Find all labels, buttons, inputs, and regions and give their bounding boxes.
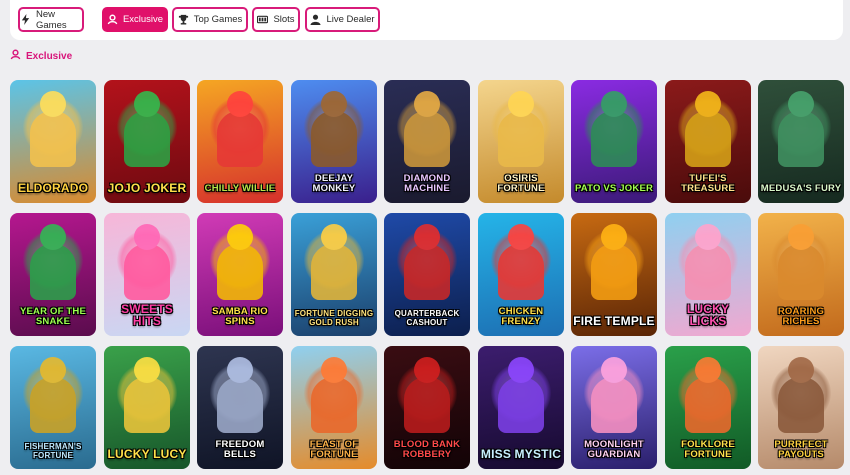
game-card[interactable]: Folklore Fortune	[665, 346, 751, 469]
game-card[interactable]: Fisherman's Fortune	[10, 346, 96, 469]
game-title: Chilly Willie	[204, 183, 276, 194]
game-card[interactable]: Quarterback Cashout	[384, 213, 470, 336]
game-title: Moonlight Guardian	[584, 439, 644, 460]
game-card[interactable]: Lucky Lucy	[104, 346, 190, 469]
game-card[interactable]: Miss Mystic	[478, 346, 564, 469]
game-title: Osiris Fortune	[497, 173, 545, 194]
game-card[interactable]: DeeJay Monkey	[291, 80, 377, 203]
game-card[interactable]: Purrfect Payouts	[758, 346, 844, 469]
tab-label: Slots	[273, 14, 295, 25]
game-card[interactable]: Samba Rio Spins	[197, 213, 283, 336]
game-title: Fire Temple	[573, 314, 655, 328]
game-title: Chicken Frenzy	[498, 306, 544, 327]
game-card[interactable]: Medusa's Fury	[758, 80, 844, 203]
game-title: Eldorado	[17, 181, 89, 195]
lightning-icon	[20, 14, 31, 25]
game-title: Pato vs Joker	[574, 183, 654, 194]
game-title: Fisherman's Fortune	[24, 442, 82, 460]
tab-top-games[interactable]: Top Games	[172, 7, 248, 32]
game-card[interactable]: Diamond Machine	[384, 80, 470, 203]
game-title: Medusa's Fury	[760, 183, 842, 194]
tab-new-games[interactable]: New Games	[18, 7, 84, 32]
trophy-icon	[178, 14, 189, 25]
game-title: Blood Bank Robbery	[393, 439, 461, 460]
game-title: Samba Rio Spins	[212, 306, 268, 327]
game-card[interactable]: Fortune Digging Gold Rush	[291, 213, 377, 336]
tab-exclusive[interactable]: Exclusive	[102, 7, 168, 32]
exclusive-icon	[107, 14, 118, 25]
game-card[interactable]: Roaring Riches	[758, 213, 844, 336]
tab-label: Live Dealer	[326, 14, 375, 25]
tab-label: Exclusive	[122, 14, 164, 25]
game-card[interactable]: Chilly Willie	[197, 80, 283, 203]
tab-label: New Games	[36, 8, 67, 31]
game-title: Year of the Snake	[19, 306, 87, 327]
game-title: Lucky Lucy	[107, 447, 187, 461]
game-card[interactable]: Year of the Snake	[10, 213, 96, 336]
game-title: Lucky Licks	[686, 302, 730, 328]
game-card[interactable]: Fire Temple	[571, 213, 657, 336]
game-card[interactable]: Osiris Fortune	[478, 80, 564, 203]
game-card[interactable]: Sweets Hits	[104, 213, 190, 336]
game-title: Quarterback Cashout	[394, 309, 460, 327]
game-title: Miss Mystic	[480, 447, 562, 461]
game-title: Freedom Bells	[215, 439, 265, 460]
dealer-icon	[310, 14, 322, 25]
game-title: Sweets Hits	[121, 302, 173, 328]
game-title: Jojo Joker	[107, 181, 187, 195]
game-card[interactable]: Chicken Frenzy	[478, 213, 564, 336]
game-card[interactable]: Feast of Fortune	[291, 346, 377, 469]
game-card[interactable]: Freedom Bells	[197, 346, 283, 469]
tab-label: Top Games	[193, 14, 243, 25]
game-title: Folklore Fortune	[681, 439, 735, 460]
game-title: Tufei's Treasure	[681, 173, 735, 194]
game-card[interactable]: Moonlight Guardian	[571, 346, 657, 469]
category-tabs-bar: New Games Exclusive Top Games Slots Live Dea…	[10, 0, 843, 40]
game-card[interactable]: Lucky Licks	[665, 213, 751, 336]
slot-machine-icon	[257, 14, 269, 25]
exclusive-icon	[10, 49, 21, 63]
game-title: Feast of Fortune	[309, 439, 359, 460]
game-title: Fortune Digging Gold Rush	[294, 309, 374, 327]
game-title: Diamond Machine	[403, 173, 451, 194]
tab-slots[interactable]: Slots	[252, 7, 300, 32]
game-title: DeeJay Monkey	[312, 173, 356, 194]
game-card[interactable]: Tufei's Treasure	[665, 80, 751, 203]
game-card[interactable]: Jojo Joker	[104, 80, 190, 203]
game-card[interactable]: Eldorado	[10, 80, 96, 203]
section-header: Exclusive	[10, 49, 72, 63]
game-title: Roaring Riches	[777, 306, 825, 327]
tab-live-dealer[interactable]: Live Dealer	[305, 7, 380, 32]
section-title: Exclusive	[26, 50, 73, 62]
game-card[interactable]: Blood Bank Robbery	[384, 346, 470, 469]
game-card[interactable]: Pato vs Joker	[571, 80, 657, 203]
game-title: Purrfect Payouts	[774, 439, 828, 460]
